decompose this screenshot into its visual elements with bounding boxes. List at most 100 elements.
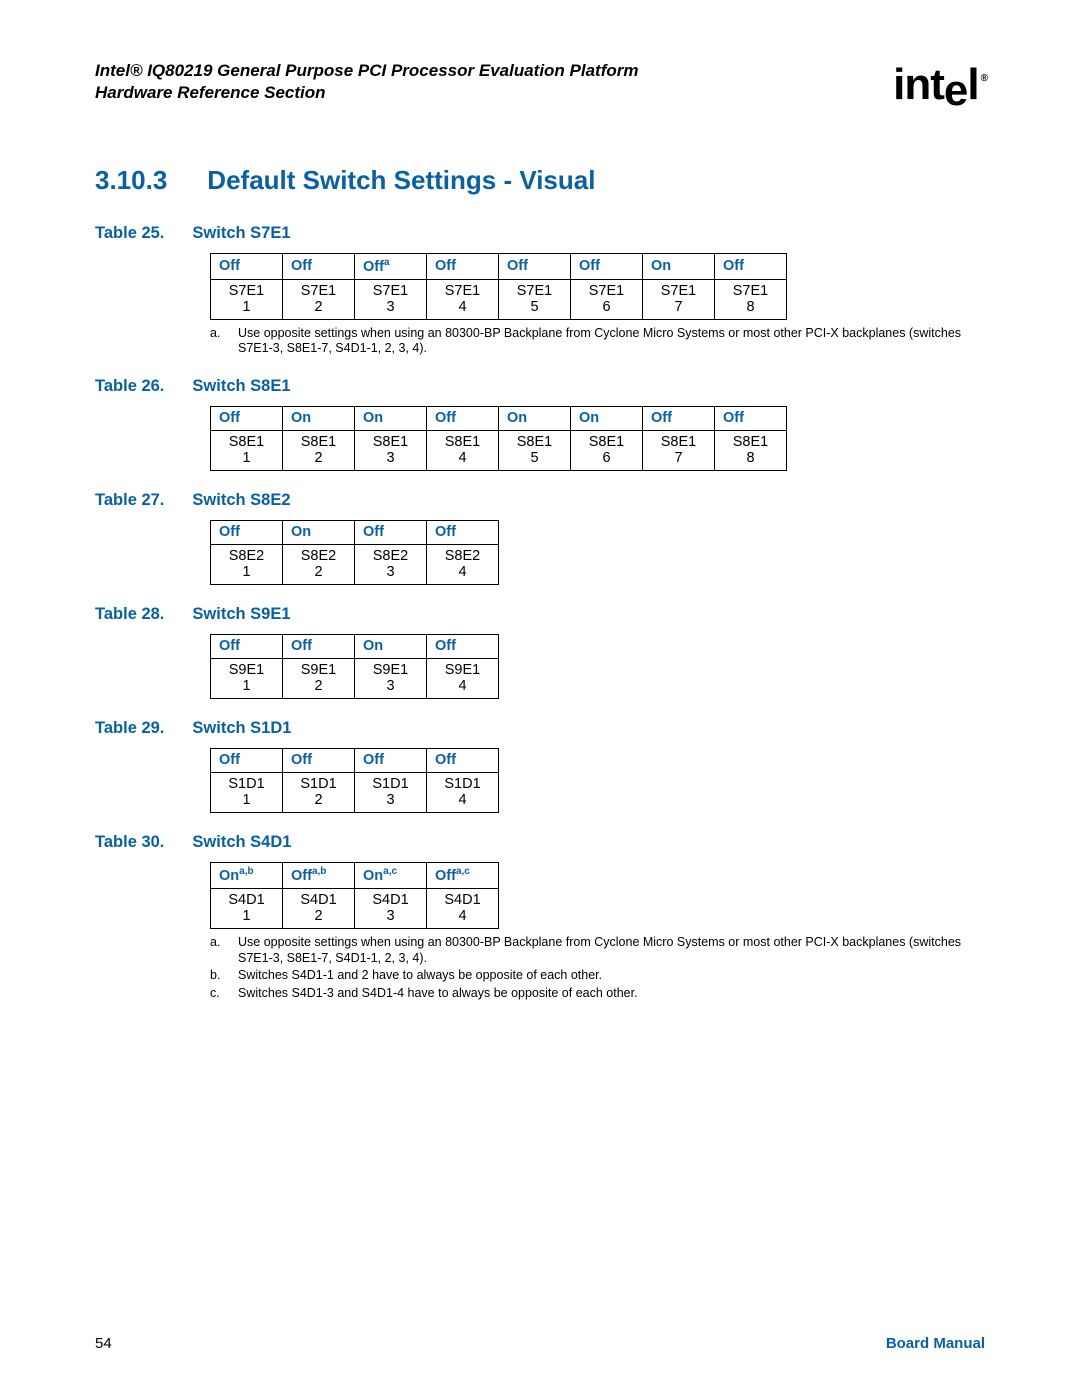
footnote-text: Switches S4D1-1 and 2 have to always be … [238,968,985,984]
table-cap-prefix: Table 27. [95,491,164,510]
table-header-cell: Off [427,521,499,545]
table-header-cell: Off [715,407,787,431]
table-header-cell: Ona,c [355,863,427,889]
table-data-row: S8E21S8E22S8E23S8E24 [211,544,499,584]
page-footer: 54 Board Manual [95,1335,985,1352]
table-header-cell: On [283,407,355,431]
footnote-row: a.Use opposite settings when using an 80… [210,935,985,966]
table-data-cell: S9E14 [427,658,499,698]
table-data-cell: S7E11 [211,279,283,319]
table-cap-name: Switch S8E1 [192,377,290,396]
table-cap-prefix: Table 30. [95,833,164,852]
table-block: Table 30.Switch S4D1Ona,bOffa,bOna,cOffa… [95,833,985,1001]
table-caption: Table 26. Switch S8E1 [95,377,985,396]
table-header-cell: Off [571,254,643,280]
table-data-cell: S8E14 [427,430,499,470]
table-header-cell: Off [283,254,355,280]
table-header-cell: Off [427,407,499,431]
table-header-cell: Off [427,635,499,659]
switch-table: Ona,bOffa,bOna,cOffa,cS4D11S4D12S4D13S4D… [210,862,499,929]
footnote-text: Use opposite settings when using an 8030… [238,935,985,966]
table-header-cell: Off [211,407,283,431]
footnote-row: b.Switches S4D1-1 and 2 have to always b… [210,968,985,984]
section-title: Default Switch Settings - Visual [207,165,595,196]
table-data-cell: S9E12 [283,658,355,698]
table-data-cell: S8E18 [715,430,787,470]
table-data-cell: S1D13 [355,772,427,812]
table-header-cell: Off [283,749,355,773]
table-header-cell: On [355,407,427,431]
header-line2: Hardware Reference Section [95,82,639,104]
table-data-cell: S7E15 [499,279,571,319]
switch-table: OffOffOffOffS1D11S1D12S1D13S1D14 [210,748,499,813]
table-data-cell: S8E13 [355,430,427,470]
table-header-cell: On [355,635,427,659]
table-header-row: OffOnOnOffOnOnOffOff [211,407,787,431]
table-data-cell: S4D11 [211,888,283,928]
table-cap-prefix: Table 29. [95,719,164,738]
table-header-cell: On [283,521,355,545]
table-data-cell: S8E15 [499,430,571,470]
registered-mark: ® [981,73,987,84]
table-block: Table 29.Switch S1D1OffOffOffOffS1D11S1D… [95,719,985,813]
table-cap-prefix: Table 28. [95,605,164,624]
table-data-cell: S7E16 [571,279,643,319]
footnote-row: c.Switches S4D1-3 and S4D1-4 have to alw… [210,986,985,1002]
table-caption: Table 30. Switch S4D1 [95,833,985,852]
table-cap-name: Switch S7E1 [192,224,290,243]
table-cap-prefix: Table 26. [95,377,164,396]
table-header-cell: Off [283,635,355,659]
header-sup: a,c [456,866,470,877]
table-cap-name: Switch S4D1 [192,833,291,852]
table-header-row: OffOffOnOff [211,635,499,659]
table-footnotes: a.Use opposite settings when using an 80… [210,935,985,1002]
table-cap-name: Switch S9E1 [192,605,290,624]
header-sup: a,b [312,866,326,877]
table-cap-name: Switch S8E2 [192,491,290,510]
table-header-cell: On [571,407,643,431]
table-data-row: S7E11S7E12S7E13S7E14S7E15S7E16S7E17S7E18 [211,279,787,319]
switch-table: OffOffOffaOffOffOffOnOffS7E11S7E12S7E13S… [210,253,787,320]
table-header-cell: Off [211,635,283,659]
table-data-cell: S8E23 [355,544,427,584]
switch-table: OffOffOnOffS9E11S9E12S9E13S9E14 [210,634,499,699]
table-header-cell: Off [427,749,499,773]
section-number: 3.10.3 [95,165,167,196]
table-caption: Table 29. Switch S1D1 [95,719,985,738]
table-data-cell: S1D14 [427,772,499,812]
header-sup: a,b [239,866,253,877]
table-data-cell: S7E13 [355,279,427,319]
table-header-row: OffOffOffOff [211,749,499,773]
table-header-cell: Off [427,254,499,280]
table-header-cell: Off [643,407,715,431]
footnote-label: a. [210,326,226,357]
switch-table: OffOnOffOffS8E21S8E22S8E23S8E24 [210,520,499,585]
table-data-row: S4D11S4D12S4D13S4D14 [211,888,499,928]
table-data-cell: S8E16 [571,430,643,470]
switch-table: OffOnOnOffOnOnOffOffS8E11S8E12S8E13S8E14… [210,406,787,471]
table-header-cell: Off [715,254,787,280]
table-header-cell: On [643,254,715,280]
table-header-row: OffOffOffaOffOffOffOnOff [211,254,787,280]
table-block: Table 25.Switch S7E1OffOffOffaOffOffOffO… [95,224,985,357]
table-caption: Table 27. Switch S8E2 [95,491,985,510]
table-data-cell: S8E11 [211,430,283,470]
table-header-row: Ona,bOffa,bOna,cOffa,c [211,863,499,889]
table-block: Table 26. Switch S8E1 OffOnOnOffOnOnOffOff… [95,377,985,471]
table-data-cell: S4D12 [283,888,355,928]
table-data-cell: S8E22 [283,544,355,584]
table-data-cell: S8E21 [211,544,283,584]
table-data-row: S9E11S9E12S9E13S9E14 [211,658,499,698]
table-header-cell: Off [355,521,427,545]
table-data-cell: S1D12 [283,772,355,812]
section-heading: 3.10.3 Default Switch Settings - Visual [95,165,985,196]
table-data-cell: S7E12 [283,279,355,319]
table-data-cell: S8E17 [643,430,715,470]
table-block: Table 28.Switch S9E1OffOffOnOffS9E11S9E1… [95,605,985,699]
table-data-cell: S4D14 [427,888,499,928]
intel-logo: intel® [893,60,985,110]
table-data-cell: S8E12 [283,430,355,470]
table-cap-name: Switch S1D1 [192,719,291,738]
table-caption: Table 25.Switch S7E1 [95,224,985,243]
table-caption: Table 28. Switch S9E1 [95,605,985,624]
